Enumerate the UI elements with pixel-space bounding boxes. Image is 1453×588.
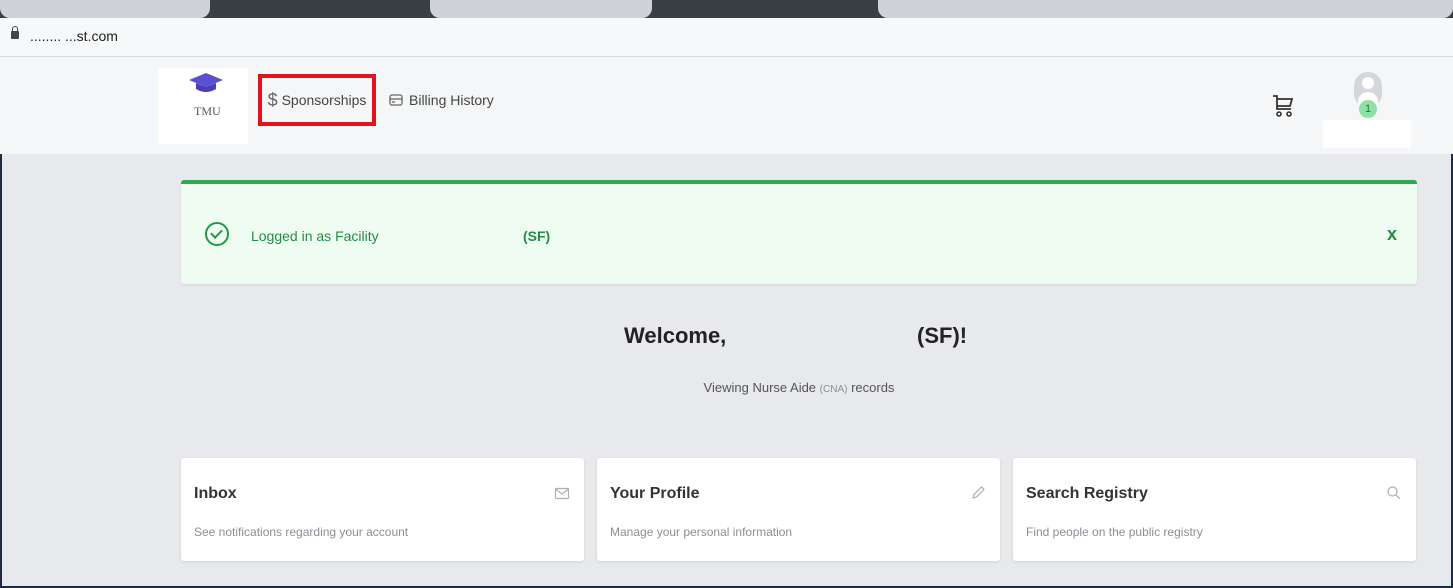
- card-title: Your Profile: [610, 485, 700, 502]
- address-bar[interactable]: ........ ...st.com: [0, 18, 1453, 57]
- viewing-prefix: Viewing Nurse Aide: [703, 380, 817, 395]
- nav-sponsorships[interactable]: $ Sponsorships: [258, 74, 376, 126]
- alert-message: Logged in as Facility: [251, 228, 379, 244]
- url-text[interactable]: ........ ...st.com: [30, 28, 118, 44]
- pencil-icon: [972, 486, 985, 499]
- browser-tab[interactable]: [430, 0, 652, 18]
- browser-tabstrip: [0, 0, 1453, 18]
- browser-tab[interactable]: [0, 0, 210, 18]
- user-menu[interactable]: 1: [1323, 72, 1411, 148]
- dollar-icon: $: [267, 89, 278, 110]
- card-description: Find people on the public registry: [1026, 525, 1203, 539]
- graduation-cap-icon: [189, 73, 223, 92]
- viewing-suffix: records: [851, 380, 895, 395]
- nav-billing-label: Billing History: [409, 92, 494, 108]
- search-registry-card[interactable]: Search Registry Find people on the publi…: [1013, 458, 1416, 561]
- welcome-greeting: Welcome,: [624, 323, 727, 348]
- check-circle-icon: [205, 222, 229, 246]
- card-title: Search Registry: [1026, 485, 1148, 502]
- user-name-area: [1323, 120, 1411, 148]
- welcome-suffix: (SF)!: [917, 323, 968, 348]
- notification-badge: 1: [1359, 100, 1377, 118]
- viewing-tag: (CNA): [819, 384, 848, 395]
- close-icon[interactable]: x: [1387, 224, 1397, 245]
- card-icon: [389, 94, 403, 106]
- cart-icon[interactable]: [1271, 93, 1295, 119]
- nav-billing-history[interactable]: Billing History: [389, 92, 494, 108]
- mail-icon: [554, 487, 570, 500]
- inbox-card[interactable]: Inbox See notifications regarding your a…: [181, 458, 584, 561]
- app-logo[interactable]: TMU: [158, 68, 248, 144]
- alert-facility-code: (SF): [523, 228, 551, 244]
- lock-icon: [11, 26, 19, 39]
- search-icon: [1387, 486, 1401, 500]
- card-description: See notifications regarding your account: [194, 525, 409, 539]
- card-description: Manage your personal information: [610, 525, 793, 539]
- browser-tab[interactable]: [878, 0, 1453, 18]
- nav-sponsorships-label: Sponsorships: [281, 92, 367, 108]
- viewing-records-text: Viewing Nurse Aide (CNA) records: [0, 380, 1453, 395]
- logo-text: TMU: [194, 104, 221, 118]
- your-profile-card[interactable]: Your Profile Manage your personal inform…: [597, 458, 1000, 561]
- card-title: Inbox: [194, 485, 237, 502]
- login-alert: Logged in as Facility (SF) x: [181, 180, 1417, 284]
